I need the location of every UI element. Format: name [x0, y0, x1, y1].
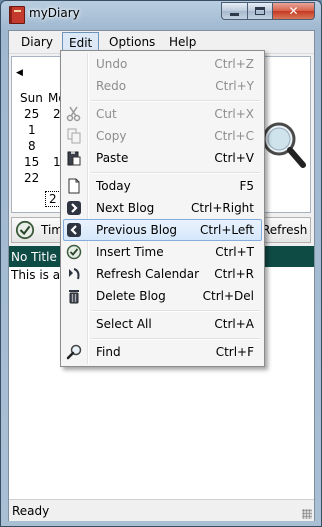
menu-item-label: Insert Time — [96, 245, 164, 259]
diary-book-icon[interactable] — [9, 6, 25, 24]
menu-item-delete-blog[interactable]: Delete Blog Ctrl+Del — [63, 285, 262, 307]
menu-item-shortcut: Ctrl+C — [214, 129, 254, 143]
caption-buttons: ✕ — [221, 2, 315, 20]
scissors-icon — [66, 106, 81, 122]
menu-item-label: Delete Blog — [96, 289, 166, 303]
calendar-day: 2 — [49, 192, 57, 206]
menu-item-shortcut: Ctrl+Del — [202, 289, 254, 303]
menu-item-find[interactable]: Find Ctrl+F — [63, 341, 262, 363]
menu-options[interactable]: Options — [109, 34, 155, 50]
calendar-day[interactable]: 22 — [24, 171, 39, 185]
menu-item-shortcut: Ctrl+V — [214, 151, 254, 165]
calendar-day[interactable]: 25 — [24, 107, 39, 121]
next-arrow-icon — [67, 201, 81, 215]
close-button[interactable]: ✕ — [272, 2, 315, 20]
previous-arrow-icon — [67, 223, 81, 237]
menu-item-next-blog[interactable]: Next Blog Ctrl+Right — [63, 197, 262, 219]
menu-item-previous-blog[interactable]: Previous Blog Ctrl+Left — [63, 219, 262, 241]
search-magnifier-icon[interactable] — [261, 115, 306, 175]
menu-item-label: Refresh Calendar — [96, 267, 200, 281]
menu-item-shortcut: Ctrl+Y — [215, 79, 254, 93]
menu-item-shortcut: F5 — [239, 179, 254, 193]
window-title: myDiary — [29, 6, 80, 20]
page-icon — [68, 178, 80, 194]
refresh-icon — [69, 268, 80, 280]
menu-separator — [91, 310, 260, 312]
menu-separator — [91, 172, 260, 174]
trash-icon — [69, 290, 79, 304]
paste-icon — [67, 151, 81, 166]
menu-item-label: Paste — [96, 151, 129, 165]
menu-item-select-all[interactable]: Select All Ctrl+A — [63, 313, 262, 335]
toolbar-refresh-button[interactable]: Refresh — [262, 223, 307, 237]
menu-item-shortcut: Ctrl+Right — [190, 201, 254, 215]
menu-item-shortcut: Ctrl+X — [214, 107, 254, 121]
menu-item-redo[interactable]: Redo Ctrl+Y — [63, 75, 262, 97]
menu-item-label: Previous Blog — [96, 223, 178, 237]
menu-item-label: Next Blog — [96, 201, 155, 215]
app-window: myDiary ✕ Diary Edit Options Help ◀ Sun … — [0, 0, 322, 527]
menu-item-paste[interactable]: Paste Ctrl+V — [63, 147, 262, 169]
menu-separator — [91, 338, 260, 340]
menu-item-label: Copy — [96, 129, 127, 143]
menu-item-shortcut: Ctrl+T — [215, 245, 254, 259]
status-bar: Ready — [9, 499, 314, 521]
menu-item-cut[interactable]: Cut Ctrl+X — [63, 103, 262, 125]
close-icon: ✕ — [288, 4, 299, 18]
title-bar[interactable]: myDiary ✕ — [1, 1, 321, 27]
menu-item-label: Find — [96, 345, 121, 359]
menu-item-today[interactable]: Today F5 — [63, 175, 262, 197]
menu-item-copy[interactable]: Copy Ctrl+C — [63, 125, 262, 147]
menu-item-refresh-calendar[interactable]: Refresh Calendar Ctrl+R — [63, 263, 262, 285]
maximize-icon — [255, 7, 265, 15]
resize-grip[interactable] — [302, 509, 312, 519]
menu-separator — [91, 100, 260, 102]
calendar-day[interactable]: 8 — [28, 139, 36, 153]
minimize-button[interactable] — [221, 2, 247, 20]
minimize-icon — [230, 12, 239, 16]
maximize-button[interactable] — [247, 2, 272, 20]
menu-item-shortcut: Ctrl+A — [214, 317, 254, 331]
menu-item-shortcut: Ctrl+R — [214, 267, 254, 281]
menu-diary[interactable]: Diary — [21, 34, 53, 50]
magnifier-icon — [66, 344, 82, 360]
menu-item-label: Undo — [96, 57, 128, 71]
edit-menu-dropdown: Undo Ctrl+Z Redo Ctrl+Y Cut Ctrl+X Copy — [60, 50, 265, 367]
menu-item-insert-time[interactable]: Insert Time Ctrl+T — [63, 241, 262, 263]
calendar-day[interactable]: 15 — [24, 155, 39, 169]
menu-item-label: Select All — [96, 317, 152, 331]
previous-month-button[interactable]: ◀ — [16, 68, 23, 78]
menu-item-label: Today — [96, 179, 131, 193]
menu-item-shortcut: Ctrl+Z — [214, 57, 254, 71]
menu-item-shortcut: Ctrl+Left — [200, 223, 254, 237]
menu-help[interactable]: Help — [169, 34, 196, 50]
entry-title[interactable]: No Title — [11, 250, 57, 264]
copy-icon — [67, 128, 81, 144]
insert-time-button[interactable] — [14, 220, 36, 240]
menu-item-shortcut: Ctrl+F — [215, 345, 254, 359]
clock-icon — [66, 244, 82, 260]
day-header-sun: Sun — [20, 91, 43, 105]
menu-item-label: Cut — [96, 107, 117, 121]
menu-edit[interactable]: Edit — [62, 32, 100, 52]
menu-item-label: Redo — [96, 79, 127, 93]
menu-item-undo[interactable]: Undo Ctrl+Z — [63, 53, 262, 75]
status-text: Ready — [12, 504, 50, 518]
calendar-day[interactable]: 1 — [28, 123, 36, 137]
